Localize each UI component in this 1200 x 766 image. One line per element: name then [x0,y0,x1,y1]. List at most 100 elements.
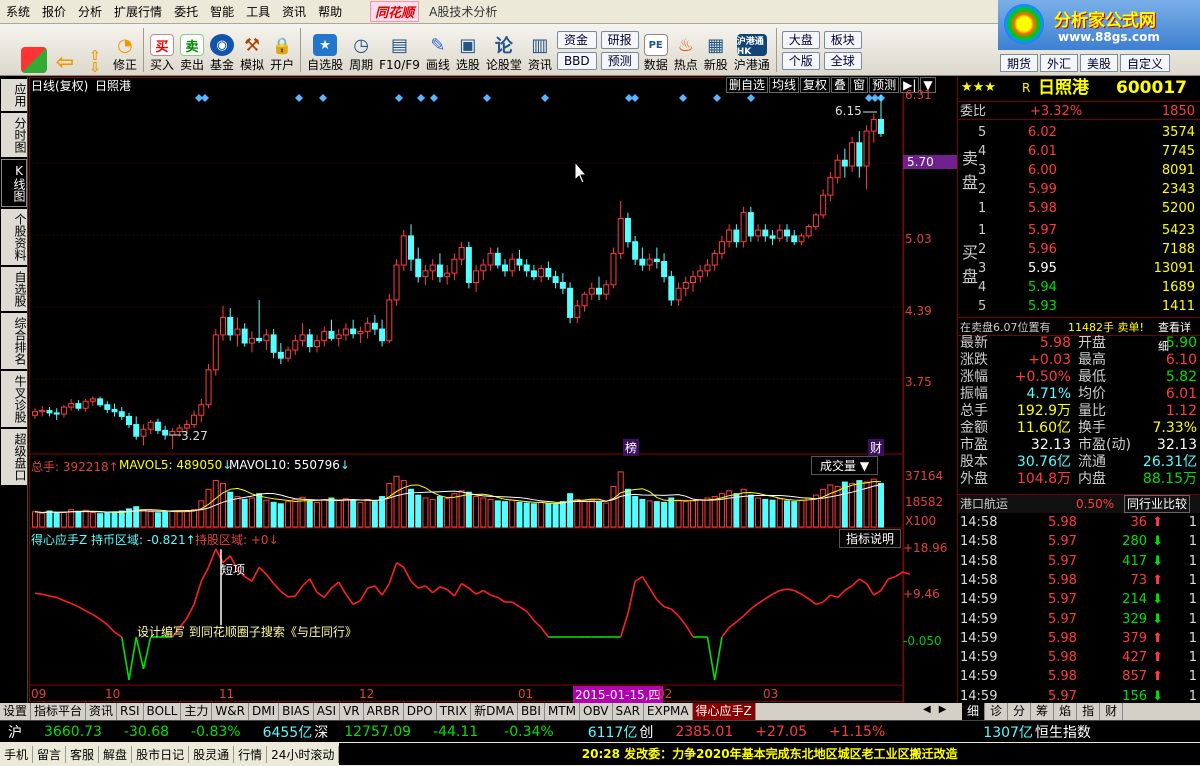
indicator-tab[interactable]: 新DMA [471,703,518,720]
nav-diagnose[interactable]: 牛叉诊股 [1,371,27,427]
panel-tab[interactable]: 焰 [1054,703,1078,720]
research-button[interactable]: 研报 [600,30,639,49]
f10-button[interactable]: ▤ F10/F9 [376,25,423,75]
menu-quote[interactable]: 报价 [36,3,72,20]
hk-connect-button[interactable]: 沪港通 HK 沪港通 [731,25,773,75]
menu-tools[interactable]: 工具 [240,3,276,20]
period-button[interactable]: ◷ 周期 [346,25,376,75]
panel-tab[interactable]: 财 [1100,703,1124,720]
status-service[interactable]: 客服 [66,745,100,763]
stock-picker-button[interactable]: ▣ 选股 [453,25,483,75]
forecast-chart-button[interactable]: 预测 [869,77,900,93]
panel-tab[interactable]: 分 [1008,703,1032,720]
ipo-button[interactable]: ▦ 新股 [701,25,731,75]
panel-tab[interactable]: 筹 [1031,703,1055,720]
buy-level-row[interactable]: 2 5.96 7188 [958,240,1200,259]
buy-button[interactable]: 买买入 [147,25,177,75]
single-stock-button[interactable]: 个版 [781,51,820,70]
fund-button[interactable]: ◉ 基金 [207,25,237,75]
sell-level-row[interactable]: 3 6.00 8091 [958,161,1200,180]
fix-button[interactable]: ◔ 修正 [110,25,140,75]
adjust-button[interactable]: 复权 [800,77,831,93]
ma-button[interactable]: 均线 [769,77,800,93]
sector-button[interactable]: 板块 [823,30,862,49]
scroll-right-icon[interactable]: ▶ [935,704,950,715]
panel-tab[interactable]: 细 [962,703,986,720]
us-stock-button[interactable]: 美股 [1080,54,1119,72]
hotspot-button[interactable]: ♨ 热点 [671,25,701,75]
industry-compare-button[interactable]: 同行业比较 [1124,495,1191,513]
indicator-tab[interactable]: DPO [404,703,437,720]
indicator-tab[interactable]: TRIX [437,703,472,720]
panel-tab[interactable]: 指 [1077,703,1101,720]
sell-level-row[interactable]: 4 6.01 7745 [958,142,1200,161]
window-button[interactable]: 窗 [850,77,869,93]
indicator-tab[interactable]: 设置 [0,703,32,720]
nav-level2[interactable]: 超级盘口 [1,429,27,485]
nav-apps[interactable]: 应用 [1,79,27,111]
overlay-button[interactable]: 叠 [831,77,850,93]
menu-system[interactable]: 系统 [0,3,36,20]
buy-level-row[interactable]: 1 5.97 5423 [958,221,1200,240]
forum-button[interactable]: 论论股堂 [483,25,525,75]
indicator-tab[interactable]: RSI [117,703,144,720]
menu-analysis[interactable]: 分析 [72,3,108,20]
indicator-tab[interactable]: 得心应手Z [692,703,756,720]
indicator-tab[interactable]: 主力 [181,703,213,720]
indicator-help-button[interactable]: 指标说明 [839,529,902,548]
panel-tab[interactable]: 诊 [985,703,1009,720]
nav-profile[interactable]: 个股资料 [1,209,27,265]
bbd-button[interactable]: BBD [556,51,597,70]
menu-news[interactable]: 资讯 [276,3,312,20]
indicator-tab[interactable]: EXPMA [644,703,693,720]
event-rank-badge[interactable]: 榜 [623,439,640,456]
nav-intraday[interactable]: 分时图 [1,113,27,157]
sell-level-row[interactable]: 2 5.99 2343 [958,180,1200,199]
layout-button[interactable] [18,25,50,75]
volume-indicator-select[interactable]: 成交量 ▼ [811,456,879,475]
nav-kline[interactable]: K线图 [1,159,27,207]
indicator-tab[interactable]: BOLL [144,703,182,720]
indicator-tab[interactable]: SAR [613,703,644,720]
buy-level-row[interactable]: 4 5.94 1689 [958,278,1200,297]
indicator-tab[interactable]: ARBR [364,703,404,720]
buy-level-row[interactable]: 3 5.95 13091 [958,259,1200,278]
indicator-tab[interactable]: BBI [518,703,545,720]
menu-help[interactable]: 帮助 [312,3,348,20]
indicator-tab[interactable]: MTM [545,703,580,720]
back-button[interactable]: ⇦ [50,25,80,75]
indicator-tab[interactable]: W&R [212,703,249,720]
custom-button[interactable]: 自定义 [1120,54,1171,72]
indicator-tab[interactable]: ASI [314,703,341,720]
kline-chart[interactable] [29,77,957,703]
draw-line-button[interactable]: ✎ 画线 [423,25,453,75]
market-button[interactable]: 大盘 [781,30,820,49]
nav-watchlist[interactable]: 自选股 [1,267,27,311]
futures-button[interactable]: 期货 [1000,54,1039,72]
status-message[interactable]: 留言 [33,745,67,763]
menu-smart[interactable]: 智能 [204,3,240,20]
indicator-tab[interactable]: VR [340,703,364,720]
menu-ext[interactable]: 扩展行情 [108,3,168,20]
event-finance-badge[interactable]: 财 [868,439,885,456]
sell-button[interactable]: 卖卖出 [177,25,207,75]
kline-chart-area[interactable]: 日线(复权) 日照港 删自选 均线 复权 叠 窗 预测 ▶| ▼ 6.31 5.… [29,77,957,703]
capital-button[interactable]: 资金 [556,30,597,49]
simulate-button[interactable]: ⚒ 模拟 [237,25,267,75]
status-analysis[interactable]: 解盘 [99,745,133,763]
indicator-tab[interactable]: 资讯 [86,703,118,720]
watchlist-button[interactable]: ★ 自选股 [304,25,346,75]
status-diary[interactable]: 股市日记 [132,745,190,763]
indicator-tab[interactable]: BIAS [279,703,314,720]
open-account-button[interactable]: 🔒 开户 [267,25,297,75]
global-button[interactable]: 全球 [823,51,862,70]
sell-level-row[interactable]: 1 5.98 5200 [958,199,1200,218]
indicator-tab[interactable]: OBV [580,703,613,720]
nav-ranking[interactable]: 综合排名 [1,313,27,369]
forex-button[interactable]: 外汇 [1040,54,1079,72]
news-ticker[interactable]: 20:28 发改委：力争2020年基本完成东北地区城区老工业区搬迁改造 [339,743,1200,765]
indicator-tab[interactable]: 指标平台 [31,703,87,720]
status-24h[interactable]: 24小时滚动 [267,745,340,763]
buy-level-row[interactable]: 5 5.93 1411 [958,297,1200,316]
status-mobile[interactable]: 手机 [0,745,34,763]
